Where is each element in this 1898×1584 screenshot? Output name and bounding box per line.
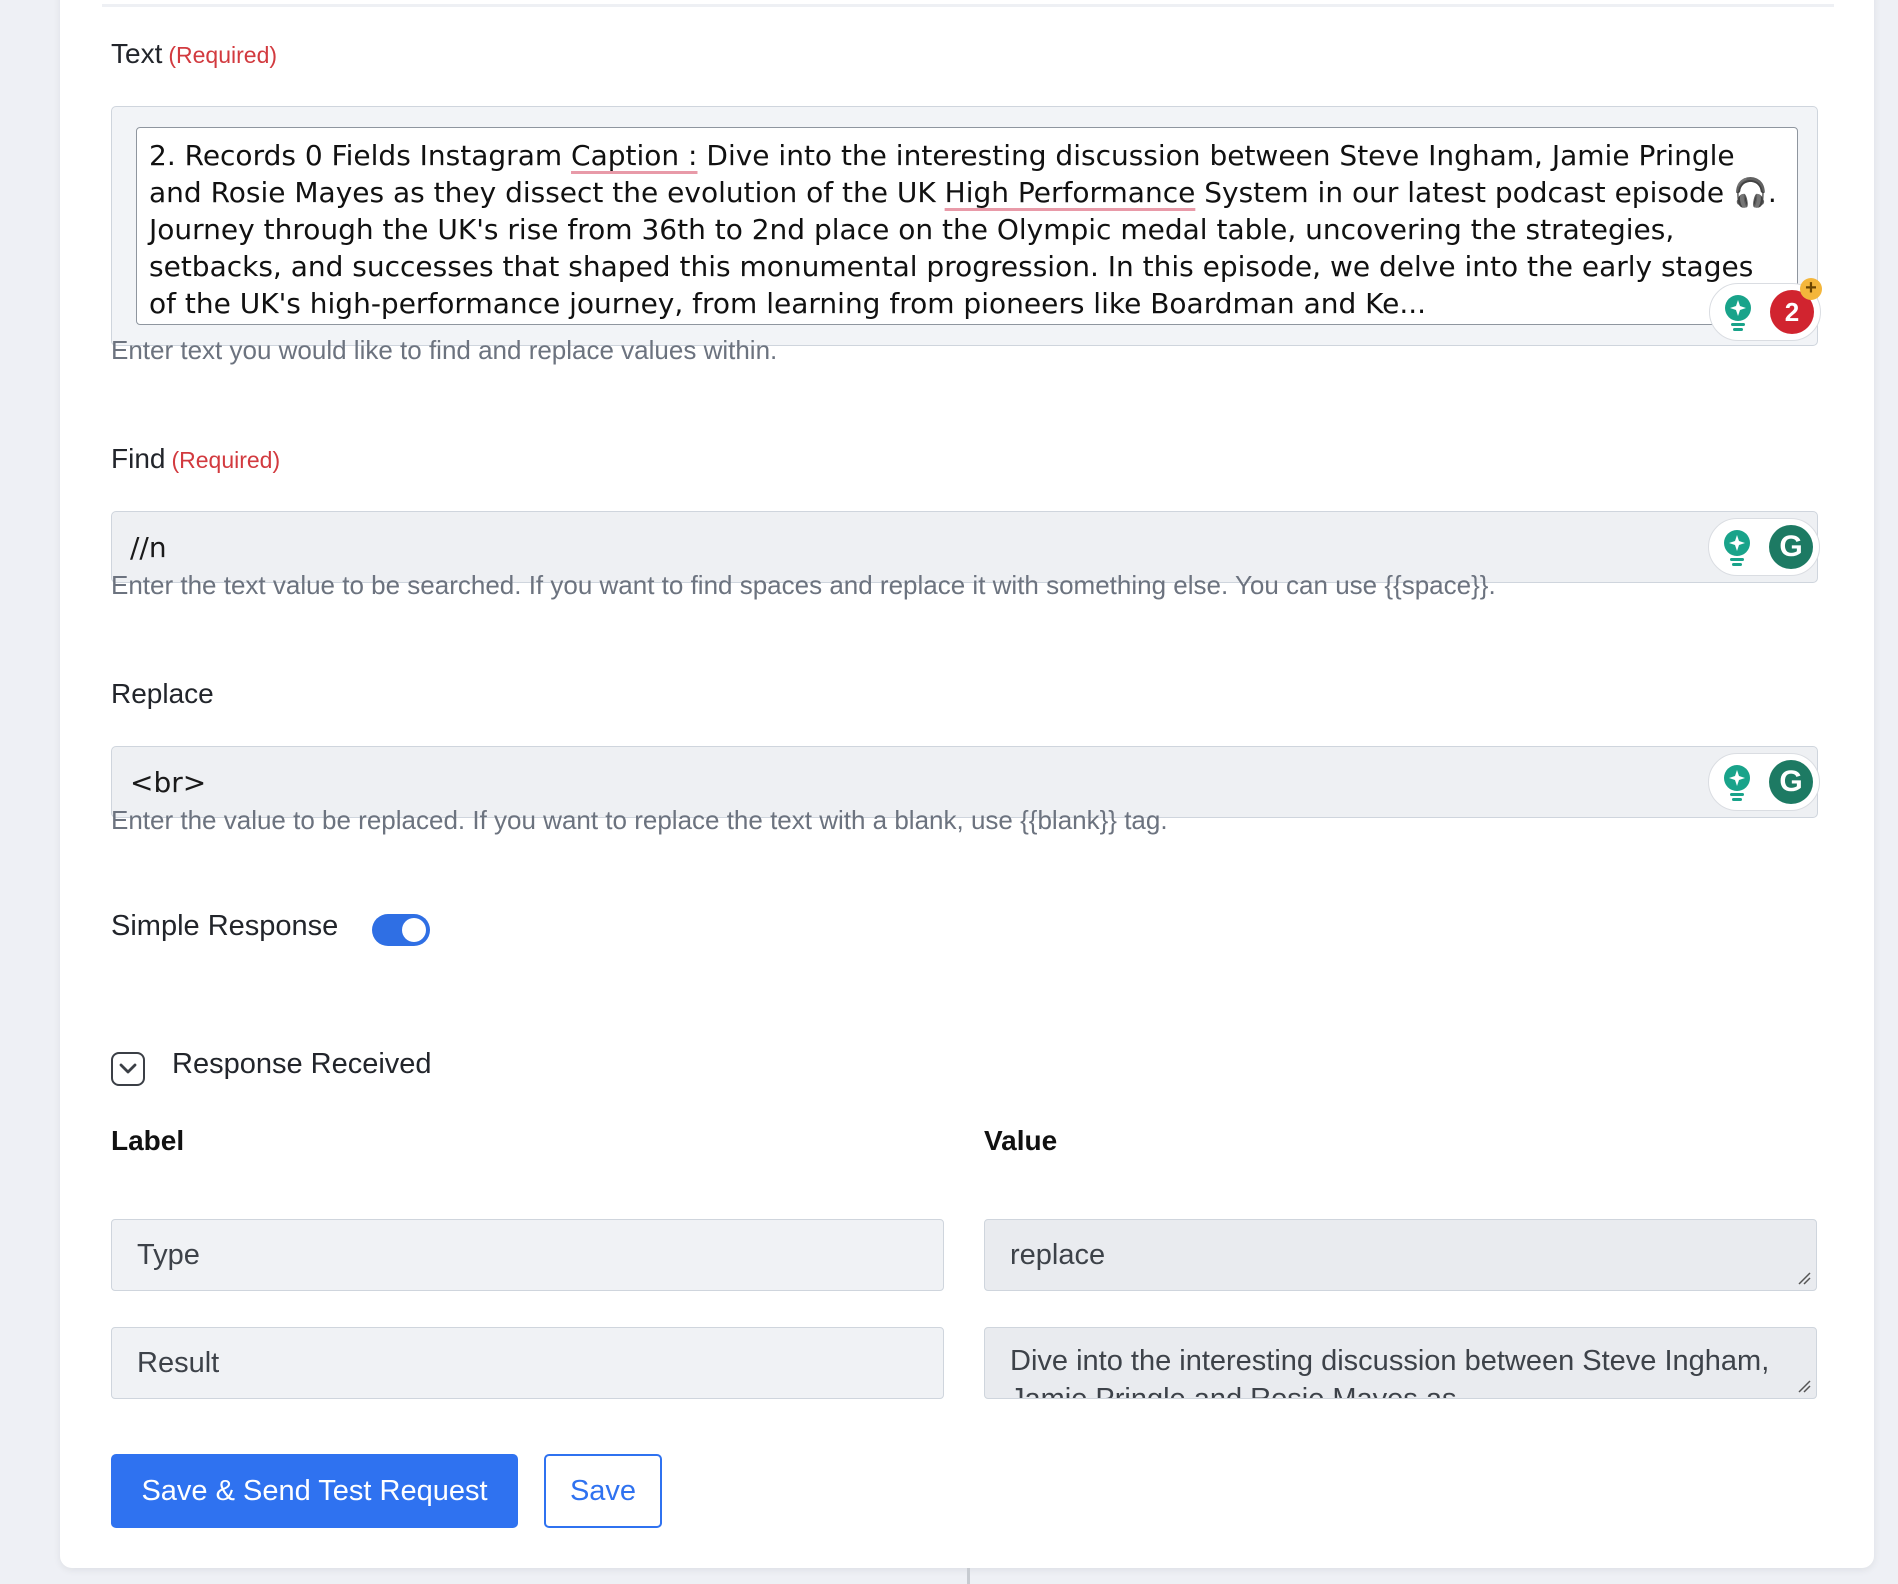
text-field-container: 2. Records 0 Fields Instagram Caption : …: [111, 106, 1822, 346]
simple-response-toggle[interactable]: [372, 914, 430, 946]
lightbulb-icon[interactable]: [1719, 762, 1755, 802]
find-field-help: Enter the text value to be searched. If …: [111, 570, 1496, 600]
grammarly-widget[interactable]: G: [1708, 753, 1820, 811]
response-value-textarea[interactable]: replace: [984, 1219, 1817, 1291]
grammarly-widget[interactable]: 2 +: [1709, 278, 1822, 341]
response-label-input[interactable]: Result: [111, 1327, 944, 1399]
top-divider: [102, 4, 1834, 7]
resize-handle-icon[interactable]: [1797, 1379, 1811, 1393]
chevron-down-icon: [119, 1063, 137, 1074]
label-column-header: Label: [111, 1125, 185, 1156]
grammarly-icon[interactable]: G: [1769, 525, 1813, 569]
resize-handle-icon[interactable]: [1797, 1271, 1811, 1285]
grammarly-widget[interactable]: G: [1708, 518, 1820, 576]
spelling-underline[interactable]: High Performance: [945, 176, 1196, 209]
required-indicator: (Required): [168, 42, 278, 68]
text-field-label: Text (Required): [111, 38, 278, 69]
collapse-toggle-button[interactable]: [111, 1052, 145, 1086]
plus-icon: +: [1800, 278, 1822, 300]
response-value-textarea[interactable]: Dive into the interesting discussion bet…: [984, 1327, 1817, 1399]
response-received-title: Response Received: [172, 1048, 432, 1080]
response-label-input[interactable]: Type: [111, 1219, 944, 1291]
simple-response-label: Simple Response: [111, 910, 339, 942]
replace-field-help: Enter the value to be replaced. If you w…: [111, 805, 1168, 835]
required-indicator: (Required): [171, 447, 281, 473]
form-card: Text (Required) 2. Records 0 Fields Insta…: [60, 0, 1874, 1568]
text-field-help: Enter text you would like to find and re…: [111, 335, 778, 365]
value-column-header: Value: [984, 1125, 1058, 1156]
save-send-test-button[interactable]: Save & Send Test Request: [111, 1454, 518, 1528]
panel-divider: [967, 1568, 970, 1584]
toggle-knob: [402, 918, 426, 942]
spelling-underline[interactable]: Caption :: [571, 139, 697, 172]
lightbulb-icon[interactable]: [1719, 527, 1755, 567]
lightbulb-icon[interactable]: [1720, 292, 1756, 332]
text-input[interactable]: 2. Records 0 Fields Instagram Caption : …: [136, 127, 1798, 325]
replace-field-label: Replace: [111, 678, 214, 709]
save-button[interactable]: Save: [544, 1454, 662, 1528]
grammarly-icon[interactable]: G: [1769, 760, 1813, 804]
find-field-label: Find (Required): [111, 443, 281, 474]
